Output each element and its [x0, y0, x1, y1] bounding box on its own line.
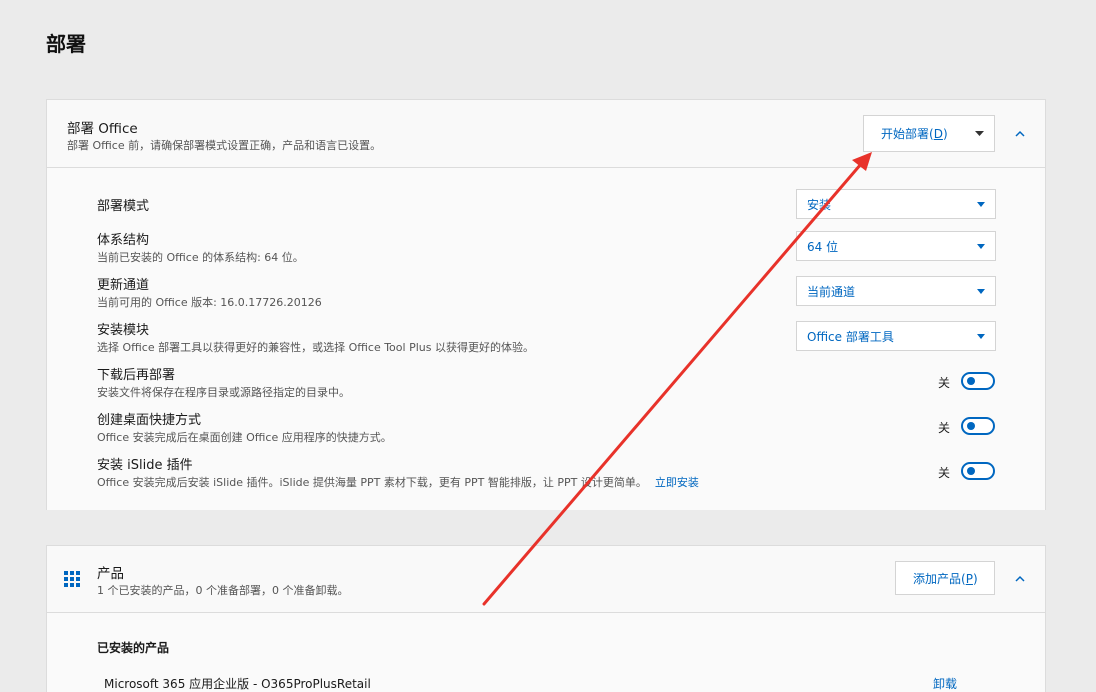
channel-value: 当前通道	[807, 284, 856, 299]
channel-title: 更新通道	[97, 278, 150, 293]
deploy-settings-body: 部署模式 安装 体系结构 当前已安装的 Office 的体系结构: 64 位。 …	[47, 168, 1045, 510]
module-value: Office 部署工具	[807, 329, 894, 344]
deploy-mode-title: 部署模式	[97, 199, 150, 214]
page-title: 部署	[46, 32, 86, 56]
collapse-deploy-chevron-up-icon[interactable]	[1010, 123, 1030, 143]
islide-install-link[interactable]: 立即安装	[655, 476, 699, 489]
product-name: Microsoft 365 应用企业版 - O365ProPlusRetail	[104, 677, 371, 691]
architecture-desc: 当前已安装的 Office 的体系结构: 64 位。	[97, 251, 304, 264]
architecture-value: 64 位	[807, 239, 839, 254]
shortcut-title: 创建桌面快捷方式	[97, 413, 202, 428]
channel-select[interactable]: 当前通道	[796, 276, 996, 306]
channel-desc: 当前可用的 Office 版本: 16.0.17726.20126	[97, 296, 322, 309]
start-deploy-label: 开始部署(D)	[881, 127, 948, 141]
products-header[interactable]: 产品 1 个已安装的产品，0 个准备部署，0 个准备卸载。 添加产品(P)	[47, 546, 1045, 613]
chevron-down-icon	[977, 244, 985, 249]
add-product-button[interactable]: 添加产品(P)	[895, 561, 995, 595]
chevron-down-icon	[977, 202, 985, 207]
deploy-mode-select[interactable]: 安装	[796, 189, 996, 219]
islide-desc: Office 安装完成后安装 iSlide 插件。iSlide 提供海量 PPT…	[97, 474, 699, 490]
products-body: 已安装的产品 Microsoft 365 应用企业版 - O365ProPlus…	[47, 613, 1045, 692]
islide-state: 关	[938, 466, 951, 480]
collapse-products-chevron-up-icon[interactable]	[1010, 568, 1030, 588]
deploy-office-card: 部署 Office 部署 Office 前，请确保部署模式设置正确，产品和语言已…	[46, 99, 1046, 510]
download-first-state: 关	[938, 376, 951, 390]
deploy-office-header[interactable]: 部署 Office 部署 Office 前，请确保部署模式设置正确，产品和语言已…	[47, 100, 1045, 168]
shortcut-state: 关	[938, 421, 951, 435]
deploy-mode-value: 安装	[807, 197, 832, 212]
toggle-knob	[967, 377, 975, 385]
products-title: 产品	[97, 566, 124, 582]
module-select[interactable]: Office 部署工具	[796, 321, 996, 351]
add-product-label: 添加产品(P)	[913, 571, 978, 586]
shortcut-toggle[interactable]	[961, 417, 995, 435]
chevron-down-icon[interactable]	[975, 131, 984, 137]
toggle-knob	[967, 422, 975, 430]
start-deploy-button[interactable]: 开始部署(D)	[863, 115, 995, 152]
uninstall-link[interactable]: 卸载	[933, 675, 957, 692]
installed-products-title: 已安装的产品	[97, 641, 170, 655]
islide-title: 安装 iSlide 插件	[97, 458, 193, 473]
chevron-down-icon	[977, 334, 985, 339]
deploy-office-description: 部署 Office 前，请确保部署模式设置正确，产品和语言已设置。	[67, 139, 382, 152]
toggle-knob	[967, 467, 975, 475]
architecture-title: 体系结构	[97, 233, 150, 248]
islide-toggle[interactable]	[961, 462, 995, 480]
apps-grid-icon	[64, 571, 80, 587]
islide-desc-text: Office 安装完成后安装 iSlide 插件。iSlide 提供海量 PPT…	[97, 476, 647, 489]
shortcut-desc: Office 安装完成后在桌面创建 Office 应用程序的快捷方式。	[97, 431, 392, 444]
products-description: 1 个已安装的产品，0 个准备部署，0 个准备卸载。	[97, 584, 349, 597]
chevron-down-icon	[977, 289, 985, 294]
module-title: 安装模块	[97, 323, 150, 338]
architecture-select[interactable]: 64 位	[796, 231, 996, 261]
download-first-toggle[interactable]	[961, 372, 995, 390]
download-first-title: 下载后再部署	[97, 368, 176, 383]
deploy-office-title: 部署 Office	[67, 121, 138, 137]
products-card: 产品 1 个已安装的产品，0 个准备部署，0 个准备卸载。 添加产品(P) 已安…	[46, 545, 1046, 692]
download-first-desc: 安装文件将保存在程序目录或源路径指定的目录中。	[97, 386, 350, 399]
module-desc: 选择 Office 部署工具以获得更好的兼容性，或选择 Office Tool …	[97, 341, 534, 354]
